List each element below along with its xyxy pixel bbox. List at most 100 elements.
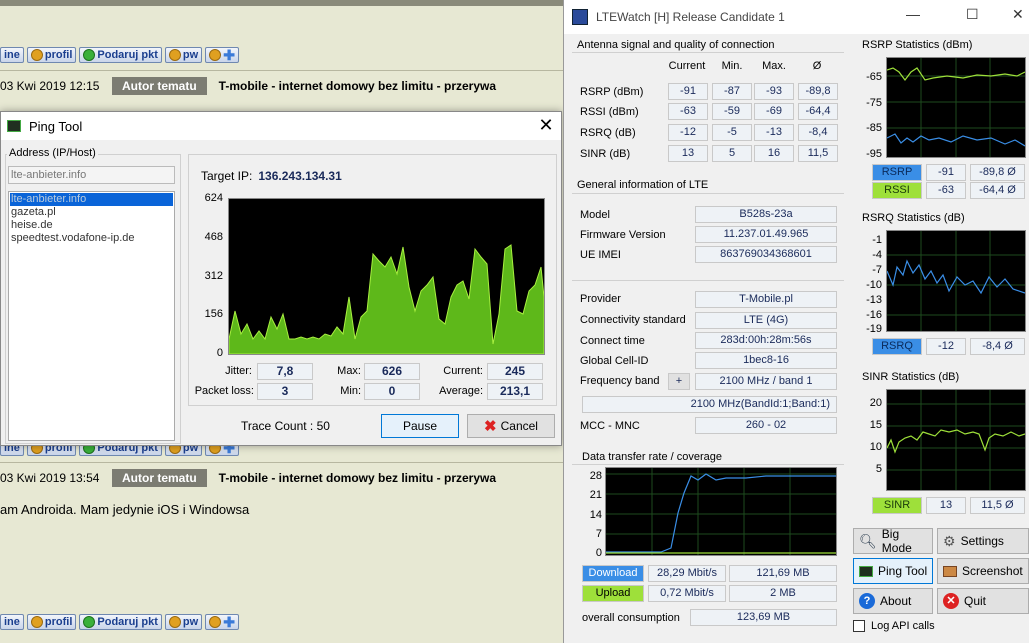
y-tick-label: 624 (204, 192, 223, 204)
address-input[interactable]: lte-anbieter.info (8, 166, 175, 184)
online-label: ine (4, 616, 20, 628)
y-tick-label: -95 (866, 148, 882, 160)
rsrq-gridlines (887, 231, 1025, 331)
ping-title-bar[interactable]: Ping Tool (1, 112, 561, 140)
maximize-icon[interactable]: ☐ (966, 6, 979, 23)
post-date: 03 Kwi 2019 13:54 (0, 471, 100, 485)
post-action-bar-1: ine profil Podaruj pkt pw ✚ (0, 45, 239, 65)
y-tick-label: -85 (866, 122, 882, 134)
y-tick-label: 28 (589, 470, 602, 482)
close-icon[interactable]: ✕ (1012, 6, 1024, 23)
y-tick-label: -16 (866, 309, 882, 321)
cancel-button[interactable]: ✖ Cancel (467, 414, 555, 438)
y-tick-label: 21 (589, 489, 602, 501)
online-button[interactable]: ine (0, 614, 24, 630)
settings-button[interactable]: ⚙ Settings (937, 528, 1029, 554)
add-friend-button[interactable]: ✚ (205, 47, 239, 63)
y-tick-label: 0 (216, 347, 223, 359)
ltewatch-window: LTEWatch [H] Release Candidate 1 — ☐ ✕ A… (563, 0, 1029, 643)
rsrp-chart (886, 57, 1026, 158)
gear-icon: ⚙ (943, 532, 956, 549)
connect-time-value: 283d:00h:28m:56s (695, 332, 837, 349)
band-detail-value: 2100 MHz(BandId:1;Band:1) (582, 396, 837, 413)
pause-label: Pause (402, 419, 438, 433)
add-friend-button[interactable]: ✚ (205, 614, 239, 630)
rssi-row-label: RSSI (dBm) (580, 106, 639, 118)
firmware-value: 11.237.01.49.965 (695, 226, 837, 243)
podaruj-button[interactable]: Podaruj pkt (79, 47, 162, 63)
download-total: 121,69 MB (729, 565, 837, 582)
imei-value: 863769034368601 (695, 246, 837, 263)
cancel-label: Cancel (500, 419, 538, 433)
rsrq-tag: RSRQ (872, 338, 922, 355)
plus-icon: ✚ (223, 46, 235, 63)
download-line (606, 473, 836, 553)
provider-label: Provider (580, 293, 621, 305)
pw-label: pw (182, 49, 199, 61)
post-header-1: 03 Kwi 2019 12:15 Autor tematu T-mobile … (0, 76, 496, 96)
divider (572, 280, 844, 281)
podaruj-button[interactable]: Podaruj pkt (79, 614, 162, 630)
y-tick-label: 0 (595, 547, 602, 559)
frequency-label: Frequency band (580, 375, 660, 387)
address-list-item[interactable]: lte-anbieter.info (10, 193, 173, 206)
rsrp-avg: -89,8 (798, 83, 838, 100)
average-label: Average: (439, 385, 483, 397)
transfer-gridlines (606, 468, 836, 555)
antenna-section-title: Antenna signal and quality of connection (577, 39, 775, 51)
sinr-stat-avg: 11,5 Ø (970, 497, 1025, 514)
rssi-stat-current: -63 (926, 182, 966, 199)
target-ip-value: 136.243.134.31 (258, 169, 342, 183)
rsrq-stat-avg: -8,4 Ø (970, 338, 1025, 355)
profil-button[interactable]: profil (26, 614, 77, 630)
target-ip-label: Target IP: (201, 169, 253, 183)
user-icon (30, 49, 43, 61)
lte-title-bar[interactable]: LTEWatch [H] Release Candidate 1 (564, 0, 1029, 34)
connect-time-label: Connect time (580, 335, 645, 347)
pw-button[interactable]: pw (164, 47, 203, 63)
close-icon[interactable]: ✕ (531, 112, 561, 140)
about-button[interactable]: ? About (853, 588, 933, 614)
y-tick-label: -19 (866, 323, 882, 335)
col-header-avg: Ø (812, 60, 822, 72)
rsrq-current: -12 (668, 124, 708, 141)
rsrq-stats-title: RSRQ Statistics (dB) (862, 212, 965, 224)
lte-window-title: LTEWatch [H] Release Candidate 1 (596, 10, 785, 24)
rsrq-chart-svg (886, 231, 1026, 331)
big-mode-button[interactable]: 🔍︎ Big Mode (853, 527, 933, 555)
address-list[interactable]: lte-anbieter.info gazeta.pl heise.de spe… (8, 191, 175, 441)
ping-tool-window: Ping Tool ✕ Address (IP/Host) lte-anbiet… (0, 111, 562, 446)
rssi-tag: RSSI (872, 182, 922, 199)
rsrp-gridlines (887, 58, 1025, 157)
profil-button[interactable]: profil (26, 47, 77, 63)
online-button[interactable]: ine (0, 47, 24, 63)
target-ip-row: Target IP: 136.243.134.31 (201, 169, 342, 183)
profil-label: profil (44, 49, 73, 61)
screenshot-button[interactable]: Screenshot (937, 558, 1029, 584)
address-list-item[interactable]: heise.de (10, 219, 173, 232)
pw-button[interactable]: pw (164, 614, 203, 630)
screenshot-label: Screenshot (962, 564, 1023, 578)
mcc-mnc-value: 260 - 02 (695, 417, 837, 434)
pause-button[interactable]: Pause (381, 414, 459, 438)
address-list-item[interactable]: gazeta.pl (10, 206, 173, 219)
address-group-label: Address (IP/Host) (7, 147, 98, 159)
log-api-checkbox[interactable] (853, 620, 865, 632)
y-tick-label: 14 (589, 509, 602, 521)
post-title[interactable]: T-mobile - internet domowy bez limitu - … (219, 79, 496, 93)
big-mode-label: Big Mode (881, 527, 912, 555)
ping-tool-button[interactable]: Ping Tool (853, 558, 933, 584)
address-list-item[interactable]: speedtest.vodafone-ip.de (10, 232, 173, 245)
ping-latency-chart (228, 198, 545, 355)
rsrq-chart (886, 230, 1026, 332)
rssi-current: -63 (668, 103, 708, 120)
rsrq-avg: -8,4 (798, 124, 838, 141)
post-body: am Androida. Mam jedynie iOS i Windowsa (0, 502, 250, 517)
magnifier-icon: 🔍︎ (859, 532, 877, 549)
max-value: 626 (364, 363, 420, 380)
quit-button[interactable]: ✕ Quit (937, 588, 1029, 614)
frequency-expand-button[interactable]: + (668, 373, 690, 390)
minimize-icon[interactable]: — (906, 6, 920, 22)
post-title[interactable]: T-mobile - internet domowy bez limitu - … (219, 471, 496, 485)
rsrp-stat-avg: -89,8 Ø (970, 164, 1025, 181)
